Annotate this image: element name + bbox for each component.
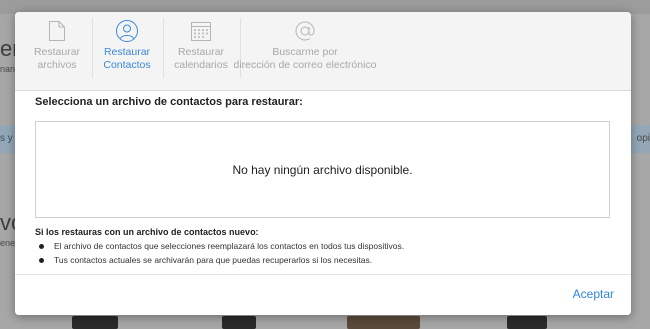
- note-list: El archivo de contactos que selecciones …: [35, 239, 404, 267]
- dialog-footer: Aceptar: [15, 274, 631, 315]
- tab-label: Buscarme por dirección de correo electró…: [233, 46, 377, 71]
- list-item: El archivo de contactos que selecciones …: [35, 239, 404, 253]
- list-item: Tus contactos actuales se archivarán par…: [35, 253, 404, 267]
- background-subtext-2: ene: [0, 238, 16, 248]
- accept-button[interactable]: Aceptar: [573, 287, 614, 301]
- tab-label: Restaurar calendarios: [174, 46, 228, 71]
- tab-restore-files[interactable]: Restaurar archivos: [23, 12, 91, 91]
- device-thumbnail-iphone: [222, 316, 256, 329]
- bullet-icon: [39, 257, 44, 263]
- background-strip-text-left: s y: [0, 133, 13, 144]
- calendar-icon: [189, 19, 213, 43]
- at-sign-icon: [293, 19, 317, 43]
- empty-message: No hay ningún archivo disponible.: [232, 162, 413, 177]
- contacts-icon: [115, 19, 139, 43]
- document-icon: [45, 19, 69, 43]
- device-thumbnail-ipad: [72, 316, 118, 329]
- tab-restore-contacts[interactable]: Restaurar Contactos: [93, 12, 161, 91]
- note-text: El archivo de contactos que selecciones …: [54, 241, 405, 251]
- background-subtext: nan: [0, 64, 16, 74]
- device-thumbnail-ipad-large: [347, 316, 420, 329]
- restore-dialog: Restaurar archivos Restaurar Contactos R…: [15, 12, 631, 315]
- device-thumbnail-watch: [507, 316, 547, 329]
- note-title: Si los restauras con un archivo de conta…: [35, 227, 259, 237]
- note-text: Tus contactos actuales se archivarán par…: [54, 255, 373, 265]
- dialog-title: Selecciona un archivo de contactos para …: [35, 96, 303, 108]
- contacts-file-list[interactable]: No hay ningún archivo disponible.: [35, 121, 610, 218]
- bullet-icon: [39, 243, 44, 249]
- tab-label: Restaurar archivos: [33, 46, 81, 71]
- tab-restore-calendars[interactable]: Restaurar calendarios: [164, 12, 238, 91]
- background-strip-text-right: opi: [636, 133, 650, 144]
- tab-find-by-email[interactable]: Buscarme por dirección de correo electró…: [230, 12, 380, 91]
- restore-tabbar: Restaurar archivos Restaurar Contactos R…: [15, 12, 631, 91]
- tab-label: Restaurar Contactos: [103, 46, 151, 71]
